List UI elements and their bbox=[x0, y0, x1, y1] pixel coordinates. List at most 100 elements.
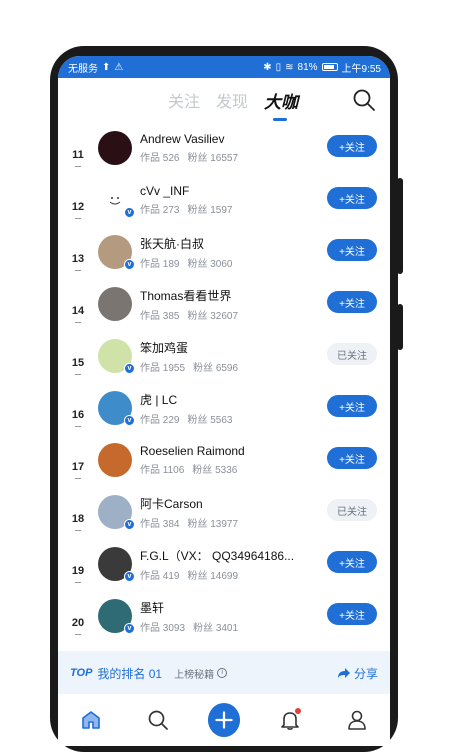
avatar[interactable]: v bbox=[98, 183, 135, 218]
info-icon: i bbox=[217, 668, 228, 678]
user-name[interactable]: 虎 | LC bbox=[140, 391, 304, 408]
nav-notifications[interactable] bbox=[274, 704, 306, 736]
tab-following[interactable]: 关注 bbox=[168, 88, 200, 112]
search-icon[interactable] bbox=[352, 88, 376, 112]
user-name[interactable]: cVv _INF bbox=[140, 184, 304, 198]
rank-number: 19 bbox=[58, 551, 98, 583]
rank-change-indicator bbox=[75, 166, 81, 167]
avatar[interactable]: v bbox=[98, 495, 135, 530]
tab-top-creators[interactable]: 大咖 bbox=[264, 88, 298, 121]
user-name[interactable]: Roeselien Raimond bbox=[140, 444, 304, 458]
list-item[interactable]: 19 v F.G.L（VX： QQ34964186... 作品 419 粉丝 1… bbox=[58, 538, 390, 590]
avatar[interactable] bbox=[98, 131, 132, 165]
fans-count: 粉丝 16557 bbox=[187, 153, 239, 164]
top-logo: TOP bbox=[70, 667, 93, 679]
rank-value: 13 bbox=[71, 253, 85, 265]
works-count: 作品 1955 bbox=[140, 362, 186, 374]
bluetooth-icon: ✱ bbox=[263, 61, 272, 73]
rank-value: 18 bbox=[71, 513, 85, 525]
app-screen: 无服务 ⬆ ⚠ ✱ ▯ ≋ 81% 上午9:55 关注 发现 大咖 11 And… bbox=[58, 56, 390, 746]
vibrate-icon: ▯ bbox=[275, 61, 282, 73]
follow-button[interactable]: +关注 bbox=[327, 239, 377, 261]
user-name[interactable]: 张天航·白叔 bbox=[140, 235, 304, 252]
works-count: 作品 3093 bbox=[140, 622, 186, 634]
follow-button[interactable]: +关注 bbox=[327, 551, 377, 573]
list-item[interactable]: 18 v 阿卡Carson 作品 384 粉丝 13977 已关注 bbox=[58, 486, 390, 538]
my-rank-bar: TOP 我的排名 01 上榜秘籍 i 分享 bbox=[58, 651, 390, 695]
rank-number: 12 bbox=[58, 187, 98, 219]
nav-profile[interactable] bbox=[341, 704, 373, 736]
fans-count: 粉丝 5336 bbox=[192, 465, 238, 476]
follow-button[interactable]: +关注 bbox=[327, 603, 377, 625]
tab-bar: 关注 发现 大咖 bbox=[168, 88, 298, 121]
list-item[interactable]: 20 v 墨轩 作品 3093 粉丝 3401 +关注 bbox=[58, 590, 390, 642]
user-name[interactable]: Thomas看看世界 bbox=[140, 287, 304, 304]
works-count: 作品 384 bbox=[140, 518, 180, 530]
nav-publish[interactable] bbox=[207, 703, 240, 737]
verified-badge-icon: v bbox=[124, 207, 135, 218]
fans-count: 粉丝 6596 bbox=[193, 362, 239, 374]
verified-badge-icon: v bbox=[124, 415, 135, 426]
user-name[interactable]: 墨轩 bbox=[140, 599, 304, 616]
avatar[interactable]: v bbox=[98, 599, 135, 634]
followed-button[interactable]: 已关注 bbox=[327, 499, 377, 521]
follow-button[interactable]: +关注 bbox=[327, 395, 377, 417]
ranking-tips-link[interactable]: 上榜秘籍 i bbox=[174, 666, 228, 681]
rank-value: 17 bbox=[71, 461, 85, 473]
rank-change-indicator bbox=[75, 426, 81, 427]
user-name[interactable]: 笨加鸡蛋 bbox=[140, 339, 304, 356]
nav-search[interactable] bbox=[142, 704, 174, 736]
share-arrow-icon bbox=[337, 668, 350, 678]
fans-count: 粉丝 1597 bbox=[187, 205, 233, 216]
follow-button[interactable]: +关注 bbox=[327, 187, 377, 209]
upload-icon: ⬆ bbox=[102, 61, 111, 73]
rank-value: 16 bbox=[71, 409, 85, 421]
fans-count: 粉丝 3401 bbox=[193, 622, 239, 634]
avatar[interactable] bbox=[98, 443, 132, 477]
rank-change-indicator bbox=[75, 218, 81, 219]
list-item[interactable]: 11 Andrew Vasiliev 作品 526 粉丝 16557 +关注 bbox=[58, 122, 390, 174]
verified-badge-icon: v bbox=[124, 259, 135, 270]
share-button[interactable]: 分享 bbox=[337, 665, 378, 682]
list-item[interactable]: 12 v cVv _INF 作品 273 粉丝 1597 +关注 bbox=[58, 174, 390, 226]
follow-button[interactable]: +关注 bbox=[327, 291, 377, 313]
top-header: 关注 发现 大咖 bbox=[58, 78, 390, 122]
rank-change-indicator bbox=[75, 374, 81, 375]
rank-number: 17 bbox=[58, 447, 98, 479]
works-count: 作品 526 bbox=[140, 153, 180, 164]
user-name[interactable]: F.G.L（VX： QQ34964186... bbox=[140, 547, 304, 564]
rank-value: 19 bbox=[71, 565, 85, 577]
fans-count: 粉丝 3060 bbox=[187, 258, 233, 270]
phone-frame: 无服务 ⬆ ⚠ ✱ ▯ ≋ 81% 上午9:55 关注 发现 大咖 11 And… bbox=[50, 46, 403, 752]
follow-button[interactable]: +关注 bbox=[327, 135, 377, 157]
list-item[interactable]: 13 v 张天航·白叔 作品 189 粉丝 3060 +关注 bbox=[58, 226, 390, 278]
rank-change-indicator bbox=[75, 582, 81, 583]
list-item[interactable]: 17 Roeselien Raimond 作品 1106 粉丝 5336 +关注 bbox=[58, 434, 390, 486]
avatar[interactable]: v bbox=[98, 235, 135, 270]
list-item[interactable]: 16 v 虎 | LC 作品 229 粉丝 5563 +关注 bbox=[58, 382, 390, 434]
avatar[interactable]: v bbox=[98, 391, 135, 426]
rank-number: 14 bbox=[58, 291, 98, 323]
works-count: 作品 229 bbox=[140, 414, 180, 426]
followed-button[interactable]: 已关注 bbox=[327, 343, 377, 365]
tab-discover[interactable]: 发现 bbox=[216, 88, 248, 112]
verified-badge-icon: v bbox=[124, 571, 135, 582]
share-label: 分享 bbox=[353, 666, 378, 681]
avatar[interactable]: v bbox=[98, 547, 135, 582]
works-count: 作品 1106 bbox=[140, 465, 185, 476]
follow-button[interactable]: +关注 bbox=[327, 447, 377, 469]
fans-count: 粉丝 32607 bbox=[187, 310, 239, 322]
works-count: 作品 273 bbox=[140, 205, 180, 216]
user-name[interactable]: 阿卡Carson bbox=[140, 495, 304, 512]
user-name[interactable]: Andrew Vasiliev bbox=[140, 132, 304, 146]
nav-home[interactable] bbox=[75, 704, 107, 736]
ranking-list: 11 Andrew Vasiliev 作品 526 粉丝 16557 +关注 1… bbox=[58, 122, 390, 642]
clock: 上午9:55 bbox=[341, 63, 381, 75]
phone-side-button bbox=[397, 304, 403, 350]
list-item[interactable]: 15 v 笨加鸡蛋 作品 1955 粉丝 6596 已关注 bbox=[58, 330, 390, 382]
avatar[interactable] bbox=[98, 287, 132, 321]
rank-value: 11 bbox=[72, 149, 84, 161]
status-bar: 无服务 ⬆ ⚠ ✱ ▯ ≋ 81% 上午9:55 bbox=[58, 56, 390, 78]
list-item[interactable]: 14 Thomas看看世界 作品 385 粉丝 32607 +关注 bbox=[58, 278, 390, 330]
avatar[interactable]: v bbox=[98, 339, 135, 374]
